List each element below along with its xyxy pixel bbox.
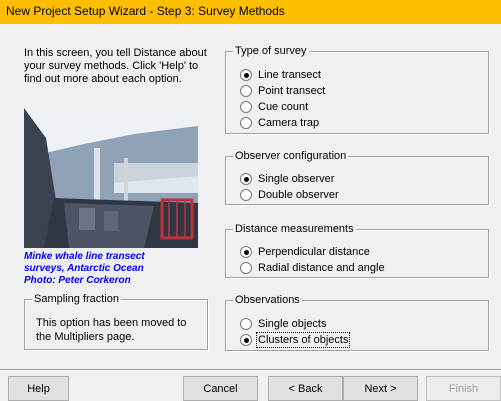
finish-button[interactable]: Finish [426,376,501,401]
radio-double-observer[interactable]: Double observer [240,188,339,202]
radio-unselected-icon [240,101,252,113]
radio-unselected-icon [240,318,252,330]
radio-unselected-icon [240,262,252,274]
radio-label: Perpendicular distance [258,246,370,258]
radio-label: Single objects [258,318,327,330]
radio-label: Camera trap [258,117,320,129]
button-bar-separator [0,369,501,370]
caption-line-3: Photo: Peter Corkeron [24,275,131,286]
intro-text: In this screen, you tell Distance about … [24,47,207,85]
radio-single-objects[interactable]: Single objects [240,317,327,331]
radio-selected-icon [240,246,252,258]
radio-camera-trap[interactable]: Camera trap [240,116,319,130]
window-title: New Project Setup Wizard - Step 3: Surve… [6,4,285,18]
sampling-fraction-text: This option has been moved to the Multip… [36,317,187,343]
radio-unselected-icon [240,189,252,201]
observer-configuration-legend: Observer configuration [235,150,347,162]
distance-measurements-group: Distance measurements Perpendicular dist… [225,223,489,278]
title-bar: New Project Setup Wizard - Step 3: Surve… [0,0,501,24]
whale-survey-photo [24,108,198,248]
back-button[interactable]: < Back [268,376,343,401]
radio-point-transect[interactable]: Point transect [240,84,325,98]
radio-label: Radial distance and angle [258,262,385,274]
radio-selected-icon [240,69,252,81]
radio-cue-count[interactable]: Cue count [240,100,308,114]
radio-label: Point transect [258,85,326,97]
observations-legend: Observations [235,294,300,306]
cancel-button[interactable]: Cancel [183,376,258,401]
radio-selected-icon [240,173,252,185]
type-of-survey-legend: Type of survey [235,45,307,57]
radio-label: Line transect [258,69,321,81]
radio-clusters-of-objects[interactable]: Clusters of objects [240,332,351,348]
radio-label: Cue count [258,101,309,113]
radio-unselected-icon [240,85,252,97]
type-of-survey-group: Type of survey Line transect Point trans… [225,45,489,134]
radio-perpendicular-distance[interactable]: Perpendicular distance [240,245,370,259]
caption-line-2: surveys, Antarctic Ocean [24,263,144,274]
radio-single-observer[interactable]: Single observer [240,172,334,186]
radio-line-transect[interactable]: Line transect [240,68,321,82]
sampling-fraction-group: Sampling fraction This option has been m… [24,293,208,350]
radio-label: Clusters of objects [255,332,351,348]
radio-label: Double observer [258,189,339,201]
observations-group: Observations Single objects Clusters of … [225,294,489,351]
sampling-fraction-legend: Sampling fraction [34,293,119,305]
caption-line-1: Minke whale line transect [24,251,145,262]
distance-measurements-legend: Distance measurements [235,223,354,235]
radio-unselected-icon [240,117,252,129]
photo-caption: Minke whale line transect surveys, Antar… [24,251,214,287]
radio-radial-distance-and-angle[interactable]: Radial distance and angle [240,261,385,275]
radio-selected-icon [240,334,252,346]
help-button[interactable]: Help [8,376,69,401]
observer-configuration-group: Observer configuration Single observer D… [225,150,489,205]
radio-label: Single observer [258,173,335,185]
next-button[interactable]: Next > [343,376,418,401]
